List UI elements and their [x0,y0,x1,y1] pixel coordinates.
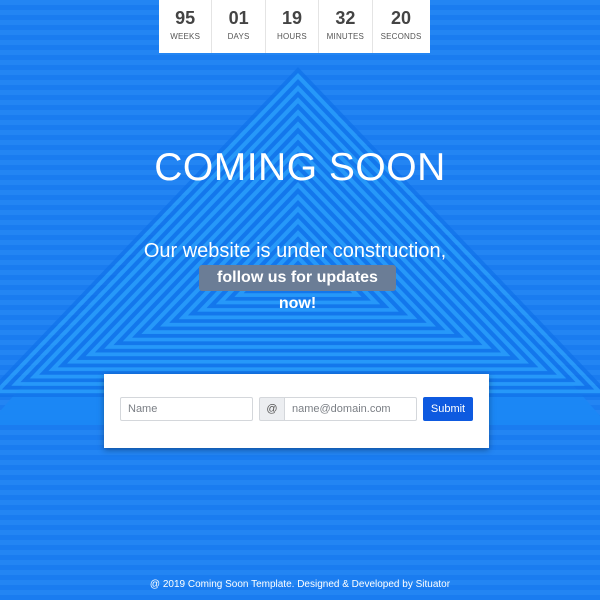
email-input[interactable] [284,397,417,421]
countdown-seconds: 20 SECONDS [373,0,430,53]
countdown-minutes-label: MINUTES [326,32,365,41]
countdown-seconds-value: 20 [391,8,412,28]
countdown-minutes-value: 32 [335,8,356,28]
footer-credits: @ 2019 Coming Soon Template. Designed & … [149,579,451,590]
page-subtitle: Our website is under construction, [143,240,447,262]
countdown-seconds-label: SECONDS [380,32,422,41]
countdown-hours: 19 HOURS [266,0,320,53]
countdown-weeks: 95 WEEKS [159,0,213,53]
highlight-badge: follow us for updates now! [199,265,396,312]
subscribe-form: @ Submit [104,374,489,448]
submit-button[interactable]: Submit [423,397,473,421]
name-input[interactable] [120,397,253,421]
countdown-hours-value: 19 [281,8,302,28]
page-title: COMING SOON [154,146,446,189]
countdown-minutes: 32 MINUTES [319,0,373,53]
countdown-days-value: 01 [228,8,249,28]
countdown-days-label: DAYS [227,32,250,41]
countdown-days: 01 DAYS [212,0,266,53]
at-icon: @ [259,397,285,421]
countdown-timer: 95 WEEKS 01 DAYS 19 HOURS 32 MINUTES 20 … [159,0,430,53]
countdown-weeks-label: WEEKS [170,32,201,41]
countdown-hours-label: HOURS [277,32,307,41]
countdown-weeks-value: 95 [175,8,196,28]
